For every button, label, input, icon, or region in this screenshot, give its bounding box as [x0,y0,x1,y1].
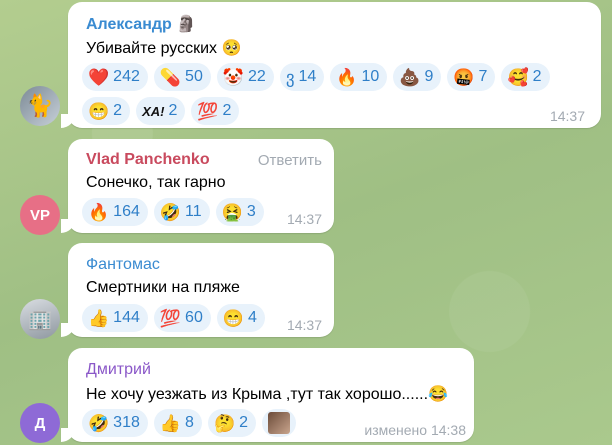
message-bubble-2[interactable]: Vlad Panchenko Ответить Сонечко, так гар… [61,139,334,233]
reaction-chip[interactable]: 🥰 2 [501,63,550,91]
hundred-icon: 💯 [197,101,219,121]
cat-photo-icon: 🐈 [26,93,54,118]
reaction-chip[interactable]: 👍 144 [82,304,148,332]
reactor-avatar-icon [268,412,291,434]
reaction-chip[interactable]: 💯 60 [153,304,211,332]
reactions-bar: 🤣 318 👍 8 🤔 2 [82,409,342,437]
reaction-chip[interactable]: 🤮 3 [215,198,264,226]
message-author[interactable]: Фантомас [86,256,160,274]
message-text: Не хочу уезжать из Крыма ,тут так хорошо… [86,386,448,403]
message-time: 14:37 [549,108,585,124]
rofl-icon: 🤣 [88,413,110,433]
reaction-chip[interactable]: 💯 2 [191,97,240,125]
reaction-chip[interactable]: ❤️ 242 [82,63,148,91]
reaction-chip[interactable]: 🤣 318 [82,409,148,437]
smiling-hearts-icon: 🥰 [507,67,529,87]
angry-face-icon: 🤬 [453,67,475,87]
message-author[interactable]: Дмитрий [86,361,151,379]
thumbs-up-icon: 👍 [88,308,110,328]
message-author[interactable]: Vlad Panchenko [86,151,210,169]
fire-icon: 🔥 [336,67,358,87]
avatar[interactable]: Д [20,403,60,443]
avatar[interactable]: 🐈 [20,86,60,126]
thumbs-up-icon: 👍 [159,413,182,433]
reaction-chip[interactable] [262,409,297,437]
poop-icon: 💩 [399,67,421,87]
avatar[interactable]: 🏢 [20,299,60,339]
reaction-chip[interactable]: 😁 2 [82,97,131,125]
reaction-chip[interactable]: 🤔 2 [207,409,257,437]
reaction-chip[interactable]: ХА! 2 [136,97,186,125]
pill-icon: 💊 [159,67,182,87]
vomit-icon: 🤮 [221,202,243,222]
reply-button[interactable]: Ответить [258,152,322,169]
reaction-chip[interactable]: 🔥 10 [330,63,388,91]
haha-sticker-icon: ХА! [142,103,165,119]
message-time: изменено 14:38 [364,422,466,438]
reaction-chip[interactable]: 😁 4 [216,304,265,332]
reaction-chip[interactable]: 👍 8 [153,409,202,437]
author-badge-icon: 🗿 [176,16,197,33]
message-time: 14:37 [286,211,322,227]
grin-icon: 😁 [88,101,110,121]
message-text: Сонечко, так гарно [86,174,226,191]
message-time: 14:37 [286,317,322,333]
reactions-bar: 🔥 164 🤣 11 🤮 3 [82,198,302,226]
message-bubble-4[interactable]: Дмитрий Не хочу уезжать из Крыма ,тут та… [61,348,474,442]
clown-icon: 🤡 [222,67,245,87]
reaction-chip[interactable]: 💊 50 [153,63,211,91]
message-bubble-3[interactable]: Фантомас Смертники на пляже 👍 144 💯 60 😁 4 … [61,243,334,337]
heart-icon: ❤️ [88,67,110,87]
reaction-chip[interactable]: 💩 9 [393,63,442,91]
reaction-chip[interactable]: 🤬 7 [447,63,496,91]
building-photo-icon: 🏢 [27,308,53,331]
message-bubble-1[interactable]: Александр 🗿 Убивайте русских 🥺 ❤️ 242 💊 50… [61,2,601,128]
grin-icon: 😁 [222,308,245,328]
message-text: Смертники на пляже [86,279,240,296]
reaction-chip[interactable]: ვ 14 [279,63,325,91]
reaction-chip[interactable]: 🤣 11 [153,198,210,226]
reactions-bar: ❤️ 242 💊 50 🤡 22 ვ 14 🔥 10 💩 9 🤬 7 🥰 2 😁 2 ХА! 2 💯… [82,63,582,125]
message-author[interactable]: Александр 🗿 [86,14,196,34]
thinking-face-icon: 🤔 [213,413,236,433]
reaction-chip[interactable]: 🔥 164 [82,198,148,226]
hundred-icon: 💯 [159,308,182,328]
fire-icon: 🔥 [88,202,110,222]
reactions-bar: 👍 144 💯 60 😁 4 [82,304,302,332]
rofl-icon: 🤣 [159,202,182,222]
message-text: Убивайте русских 🥺 [86,40,242,57]
reaction-chip[interactable]: 🤡 22 [216,63,274,91]
avatar[interactable]: VP [20,195,60,235]
curl-icon: ვ [285,67,295,87]
